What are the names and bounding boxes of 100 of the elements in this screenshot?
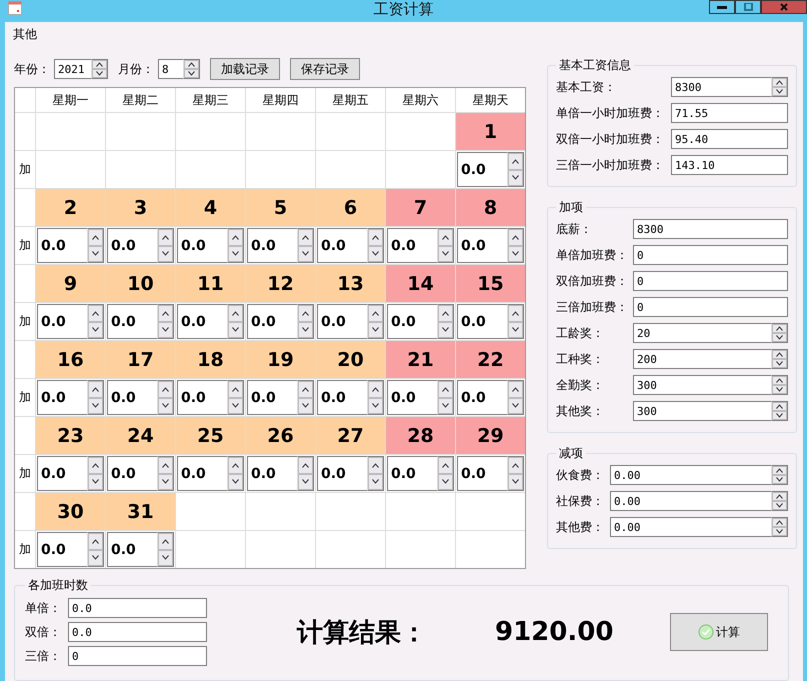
spin-down-button[interactable] <box>184 69 199 78</box>
text-field[interactable]: 0 <box>633 245 788 265</box>
spin-down-button[interactable] <box>772 87 787 96</box>
spin-down-button[interactable] <box>228 246 243 262</box>
spin-up-button[interactable] <box>88 533 103 550</box>
spin-field[interactable]: 0.0 <box>247 228 297 263</box>
spin-field[interactable]: 0.0 <box>107 380 157 415</box>
spin-up-button[interactable] <box>298 229 313 246</box>
spin-down-button[interactable] <box>508 322 523 338</box>
spin-field[interactable]: 0.0 <box>177 380 227 415</box>
spin-down-button[interactable] <box>772 501 787 510</box>
spin-up-button[interactable] <box>438 457 453 474</box>
spin-down-button[interactable] <box>92 69 107 78</box>
spin-up-button[interactable] <box>158 381 173 398</box>
spin-field[interactable]: 0.0 <box>107 304 157 339</box>
spin-down-button[interactable] <box>508 170 523 186</box>
spin-field[interactable]: 0.0 <box>177 456 227 491</box>
spin-field[interactable]: 20 <box>633 323 771 343</box>
spin-up-button[interactable] <box>772 518 787 527</box>
spin-up-button[interactable] <box>508 229 523 246</box>
spin-field[interactable]: 0.0 <box>457 304 507 339</box>
spin-field[interactable]: 0.0 <box>317 228 367 263</box>
spin-field[interactable]: 0.0 <box>247 456 297 491</box>
spin-field[interactable]: 0.0 <box>457 228 507 263</box>
spin-down-button[interactable] <box>438 246 453 262</box>
spin-up-button[interactable] <box>772 402 787 411</box>
spin-up-button[interactable] <box>508 153 523 170</box>
spin-field[interactable]: 0.0 <box>317 380 367 415</box>
spin-down-button[interactable] <box>228 398 243 414</box>
spin-field[interactable]: 0.0 <box>37 456 87 491</box>
spin-up-button[interactable] <box>228 305 243 322</box>
spin-down-button[interactable] <box>772 333 787 342</box>
spin-up-button[interactable] <box>438 229 453 246</box>
spin-down-button[interactable] <box>228 322 243 338</box>
spin-up-button[interactable] <box>438 305 453 322</box>
spin-up-button[interactable] <box>298 457 313 474</box>
spin-up-button[interactable] <box>92 60 107 69</box>
spin-up-button[interactable] <box>368 381 383 398</box>
spin-field[interactable]: 0.0 <box>247 380 297 415</box>
spin-up-button[interactable] <box>88 305 103 322</box>
menu-item[interactable]: 其他 <box>12 26 38 42</box>
spin-down-button[interactable] <box>158 246 173 262</box>
spin-up-button[interactable] <box>368 457 383 474</box>
spin-down-button[interactable] <box>772 359 787 368</box>
spin-down-button[interactable] <box>88 322 103 338</box>
spin-down-button[interactable] <box>772 527 787 536</box>
spin-field[interactable]: 0.0 <box>247 304 297 339</box>
spin-field[interactable]: 2021 <box>54 59 91 79</box>
text-field[interactable]: 71.55 <box>671 103 788 123</box>
spin-down-button[interactable] <box>298 246 313 262</box>
spin-field[interactable]: 0.0 <box>457 152 507 187</box>
spin-down-button[interactable] <box>508 474 523 490</box>
spin-down-button[interactable] <box>88 474 103 490</box>
spin-down-button[interactable] <box>368 246 383 262</box>
spin-down-button[interactable] <box>368 474 383 490</box>
spin-field[interactable]: 8300 <box>671 77 771 97</box>
spin-up-button[interactable] <box>228 457 243 474</box>
spin-up-button[interactable] <box>228 229 243 246</box>
spin-up-button[interactable] <box>88 381 103 398</box>
spin-field[interactable]: 300 <box>633 375 771 395</box>
calculate-button[interactable]: 计算 <box>670 613 768 651</box>
spin-field[interactable]: 0.0 <box>177 228 227 263</box>
spin-field[interactable]: 0.0 <box>387 228 437 263</box>
spin-field[interactable]: 0.0 <box>387 380 437 415</box>
minimize-button[interactable] <box>709 0 735 14</box>
spin-up-button[interactable] <box>88 229 103 246</box>
spin-up-button[interactable] <box>772 350 787 359</box>
spin-field[interactable]: 0.0 <box>37 380 87 415</box>
spin-up-button[interactable] <box>772 78 787 87</box>
spin-up-button[interactable] <box>508 305 523 322</box>
spin-field[interactable]: 0.0 <box>37 228 87 263</box>
spin-down-button[interactable] <box>88 550 103 566</box>
spin-field[interactable]: 300 <box>633 401 771 421</box>
spin-down-button[interactable] <box>772 411 787 420</box>
spin-field[interactable]: 0.0 <box>37 532 87 567</box>
spin-field[interactable]: 0.0 <box>37 304 87 339</box>
text-field[interactable]: 0 <box>68 646 207 666</box>
spin-up-button[interactable] <box>438 381 453 398</box>
record-button[interactable]: 加载记录 <box>210 58 280 80</box>
spin-down-button[interactable] <box>438 398 453 414</box>
text-field[interactable]: 0 <box>633 297 788 317</box>
spin-down-button[interactable] <box>298 322 313 338</box>
spin-up-button[interactable] <box>88 457 103 474</box>
spin-up-button[interactable] <box>772 492 787 501</box>
spin-down-button[interactable] <box>368 322 383 338</box>
spin-up-button[interactable] <box>508 457 523 474</box>
record-button[interactable]: 保存记录 <box>290 58 360 80</box>
text-field[interactable]: 0 <box>633 271 788 291</box>
spin-up-button[interactable] <box>368 229 383 246</box>
spin-field[interactable]: 0.0 <box>317 456 367 491</box>
spin-field[interactable]: 0.0 <box>387 304 437 339</box>
spin-up-button[interactable] <box>158 305 173 322</box>
spin-down-button[interactable] <box>438 322 453 338</box>
spin-up-button[interactable] <box>158 229 173 246</box>
spin-field[interactable]: 200 <box>633 349 771 369</box>
text-field[interactable]: 0.0 <box>68 598 207 618</box>
spin-up-button[interactable] <box>772 324 787 333</box>
spin-field[interactable]: 0.00 <box>610 491 771 511</box>
spin-down-button[interactable] <box>88 246 103 262</box>
spin-up-button[interactable] <box>298 305 313 322</box>
